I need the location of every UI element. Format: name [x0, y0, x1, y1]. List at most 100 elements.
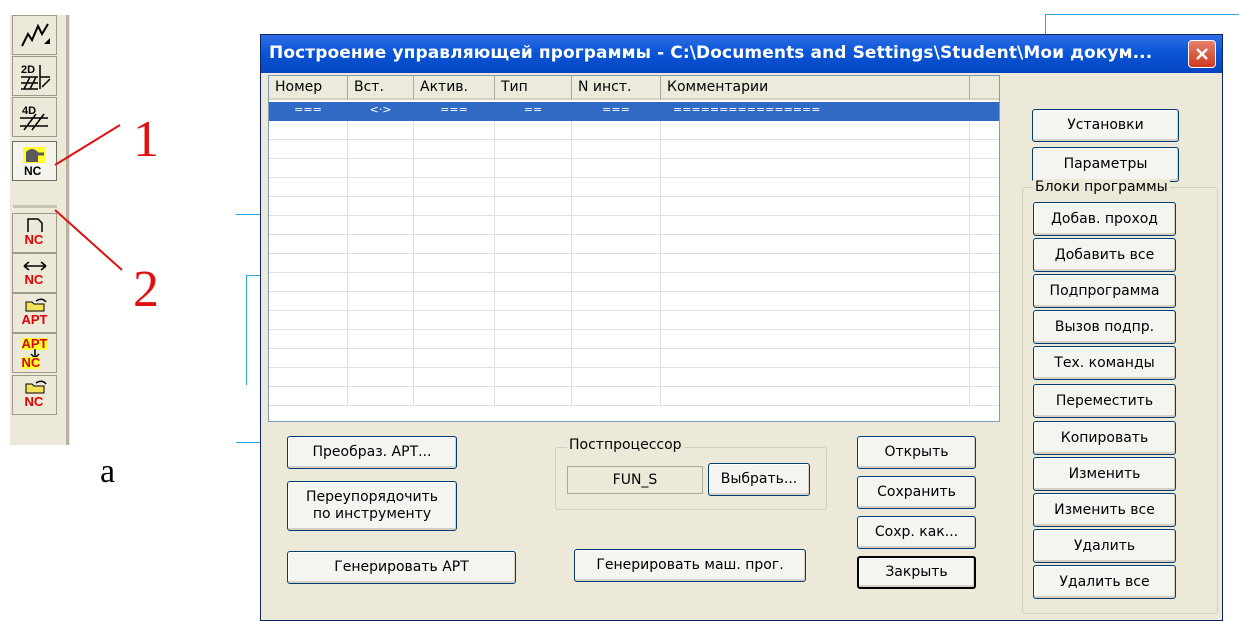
cell-type: ==: [495, 102, 572, 121]
column-tool-number[interactable]: N инст.: [572, 76, 661, 100]
table-row[interactable]: [269, 159, 999, 178]
table-row[interactable]: [269, 235, 999, 254]
table-cell: [269, 178, 348, 197]
delete-button[interactable]: Удалить: [1033, 529, 1176, 563]
postprocessor-field: FUN_S: [567, 466, 703, 494]
edit-button[interactable]: Изменить: [1033, 457, 1176, 491]
cell-number: ===: [269, 102, 348, 121]
save-button[interactable]: Сохранить: [857, 476, 976, 509]
hatch-2d-button[interactable]: 2D: [12, 56, 57, 96]
table-cell: [572, 273, 661, 292]
generate-machine-program-button[interactable]: Генерировать маш. прог.: [574, 549, 806, 582]
move-button[interactable]: Переместить: [1033, 384, 1176, 418]
table-cell: [495, 330, 572, 349]
table-cell: [661, 273, 970, 292]
call-subprogram-button[interactable]: Вызов подпр.: [1033, 310, 1176, 344]
table-cell: [495, 254, 572, 273]
table-cell: [495, 349, 572, 368]
subprogram-button[interactable]: Подпрограмма: [1033, 274, 1176, 308]
save-as-button[interactable]: Сохр. как...: [857, 516, 976, 549]
reorder-by-tool-button[interactable]: Переупорядочить по инструменту: [287, 481, 457, 531]
table-cell: [572, 178, 661, 197]
column-type[interactable]: Тип: [495, 76, 572, 100]
close-button[interactable]: Закрыть: [857, 556, 976, 589]
svg-text:NC: NC: [24, 164, 42, 178]
column-number[interactable]: Номер: [269, 76, 348, 100]
table-cell: [348, 311, 414, 330]
select-postprocessor-button[interactable]: Выбрать...: [708, 463, 810, 496]
table-row[interactable]: [269, 292, 999, 311]
column-comments[interactable]: Комментарии: [661, 76, 970, 100]
table-cell: [414, 349, 495, 368]
hatch-2d-icon: 2D: [20, 64, 51, 90]
table-cell: [269, 292, 348, 311]
table-cell: [269, 197, 348, 216]
table-row[interactable]: [269, 387, 999, 406]
program-list[interactable]: Номер Вст. Актив. Тип N инст. Комментари…: [268, 75, 1000, 422]
table-cell: [414, 140, 495, 159]
table-row[interactable]: [269, 349, 999, 368]
table-cell: [661, 254, 970, 273]
table-cell: [572, 292, 661, 311]
tech-commands-button[interactable]: Тех. команды: [1033, 346, 1176, 380]
table-cell: [572, 387, 661, 406]
setup-button[interactable]: Установки: [1032, 109, 1179, 142]
svg-text:4D: 4D: [22, 105, 36, 117]
table-cell: [348, 292, 414, 311]
copy-button[interactable]: Копировать: [1033, 421, 1176, 455]
table-cell: [269, 349, 348, 368]
table-row[interactable]: [269, 121, 999, 140]
column-extra[interactable]: [970, 76, 999, 100]
table-row-selected[interactable]: === <·> === == === ================: [269, 102, 999, 121]
table-cell: [572, 311, 661, 330]
table-cell: [414, 121, 495, 140]
callout-arrows: [54, 124, 123, 271]
table-row[interactable]: [269, 216, 999, 235]
table-cell: [661, 330, 970, 349]
table-cell: [495, 197, 572, 216]
convert-apt-button[interactable]: Преобраз. АРТ...: [287, 436, 457, 469]
drawing-fragment: [236, 214, 260, 215]
delete-all-button[interactable]: Удалить все: [1033, 565, 1176, 599]
table-row[interactable]: [269, 273, 999, 292]
table-row[interactable]: [269, 140, 999, 159]
open-button[interactable]: Открыть: [857, 436, 976, 469]
open-apt-icon: APT: [18, 297, 52, 329]
edit-all-button[interactable]: Изменить все: [1033, 493, 1176, 527]
table-cell: [414, 387, 495, 406]
table-row[interactable]: [269, 368, 999, 387]
table-cell: [970, 292, 999, 311]
table-row[interactable]: [269, 330, 999, 349]
table-cell: [572, 368, 661, 387]
table-cell: [348, 121, 414, 140]
generate-apt-button[interactable]: Генерировать АРТ: [287, 551, 516, 584]
plane-wave-button[interactable]: [12, 15, 57, 55]
table-row[interactable]: [269, 178, 999, 197]
dialog-titlebar[interactable]: Построение управляющей программы - C:\Do…: [261, 35, 1222, 73]
parameters-button[interactable]: Параметры: [1032, 147, 1179, 182]
build-program-dialog: Построение управляющей программы - C:\Do…: [260, 34, 1223, 621]
column-insert[interactable]: Вст.: [348, 76, 414, 100]
table-row[interactable]: [269, 254, 999, 273]
table-cell: [661, 387, 970, 406]
dialog-title: Построение управляющей программы - C:\Do…: [269, 43, 1153, 63]
table-cell: [269, 273, 348, 292]
table-row[interactable]: [269, 197, 999, 216]
table-row[interactable]: [269, 311, 999, 330]
drawing-fragment: [246, 275, 260, 276]
add-pass-button[interactable]: Добав. проход: [1033, 202, 1176, 236]
close-icon: [1196, 48, 1208, 60]
table-cell: [348, 235, 414, 254]
postprocessor-label: Постпроцессор: [567, 437, 684, 453]
table-cell: [414, 216, 495, 235]
close-window-button[interactable]: [1188, 40, 1216, 68]
open-nc-icon: NC: [18, 379, 52, 411]
column-active[interactable]: Актив.: [414, 76, 495, 100]
table-cell: [414, 254, 495, 273]
table-cell: [572, 254, 661, 273]
table-cell: [348, 387, 414, 406]
add-all-button[interactable]: Добавить все: [1033, 238, 1176, 272]
table-cell: [572, 197, 661, 216]
table-cell: [348, 368, 414, 387]
table-cell: [348, 330, 414, 349]
